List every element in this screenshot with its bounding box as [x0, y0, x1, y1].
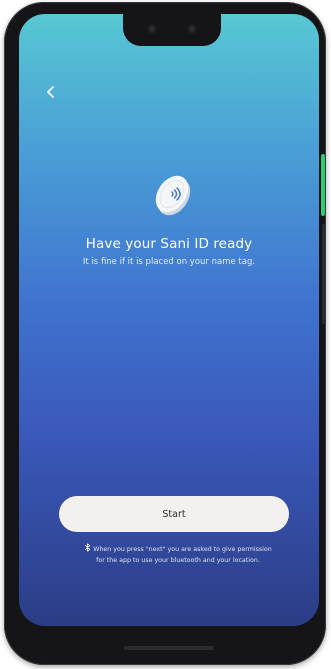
phone-bottom-speaker [124, 646, 214, 650]
phone-volume-button [322, 224, 325, 324]
notice-line-2: for the app to use your bluetooth and yo… [96, 557, 260, 564]
permission-notice: When you press "next" you are asked to g… [63, 543, 293, 566]
sani-id-device-icon [155, 175, 191, 216]
bluetooth-icon [85, 543, 91, 552]
phone-notch [123, 14, 221, 46]
phone-side-button [321, 154, 325, 216]
back-button[interactable] [41, 82, 61, 102]
app-screen: Have your Sani ID ready It is fine if it… [19, 14, 319, 626]
page-subtitle: It is fine if it is placed on your name … [82, 257, 256, 267]
page-title: Have your Sani ID ready [85, 236, 253, 252]
chevron-left-icon [47, 86, 54, 98]
front-camera-icon [147, 24, 157, 34]
start-button[interactable]: Start [59, 496, 289, 532]
front-camera-icon [187, 24, 197, 34]
notice-line-1: When you press "next" you are asked to g… [93, 546, 272, 553]
phone-frame: Have your Sani ID ready It is fine if it… [4, 2, 326, 665]
